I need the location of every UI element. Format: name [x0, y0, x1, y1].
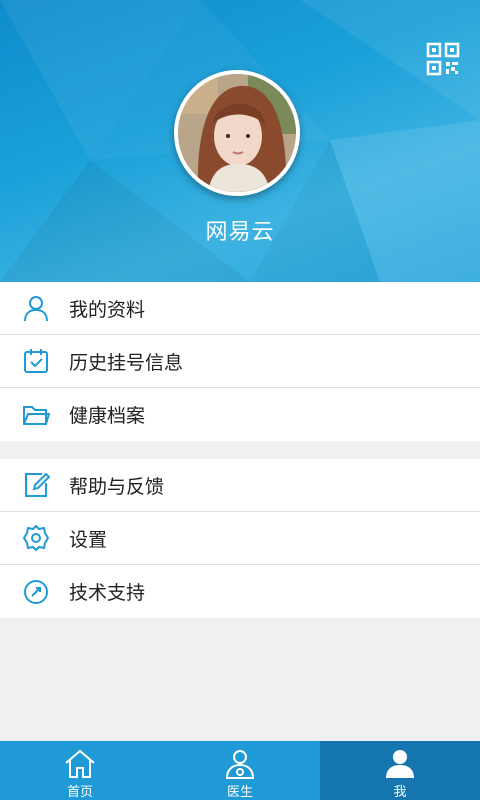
menu-item-my-profile[interactable]: 我的资料 — [0, 282, 480, 335]
user-icon — [21, 293, 51, 323]
menu-item-registration-history[interactable]: 历史挂号信息 — [0, 335, 480, 388]
menu-item-settings[interactable]: 设置 — [0, 512, 480, 565]
menu-item-label: 帮助与反馈 — [69, 475, 165, 498]
menu-group-secondary: 帮助与反馈 设置 技术支持 — [0, 459, 480, 618]
qr-code-icon[interactable] — [426, 42, 460, 76]
folder-icon — [21, 400, 51, 430]
menu-item-tech-support[interactable]: 技术支持 — [0, 565, 480, 618]
menu-item-label: 我的资料 — [69, 298, 146, 321]
tab-me[interactable]: 我 — [320, 741, 480, 800]
person-icon — [383, 748, 417, 779]
calendar-check-icon — [21, 346, 51, 376]
profile-header: 网易云 — [0, 0, 480, 282]
gear-icon — [21, 523, 51, 553]
doctor-icon — [223, 748, 257, 779]
menu-item-label: 技术支持 — [69, 582, 146, 604]
menu-item-label: 健康档案 — [69, 405, 146, 427]
menu-item-health-records[interactable]: 健康档案 — [0, 388, 480, 441]
menu-group-primary: 我的资料 历史挂号信息 健康档案 — [0, 282, 480, 441]
avatar[interactable] — [174, 70, 300, 196]
menu-item-help-feedback[interactable]: 帮助与反馈 — [0, 459, 480, 512]
tab-doctor[interactable]: 医生 — [160, 741, 320, 800]
tab-label: 医生 — [226, 785, 253, 800]
menu-item-label: 设置 — [69, 528, 108, 551]
tab-home[interactable]: 首页 — [0, 741, 160, 800]
avatar-photo — [178, 74, 296, 192]
username: 网易云 — [205, 220, 275, 245]
compass-icon — [21, 577, 51, 607]
home-icon — [63, 748, 97, 779]
tab-label: 首页 — [66, 785, 93, 800]
tab-label: 我 — [393, 785, 407, 800]
bottom-tab-bar: 首页 医生 我 — [0, 741, 480, 800]
edit-icon — [21, 470, 51, 500]
menu-item-label: 历史挂号信息 — [69, 351, 184, 374]
